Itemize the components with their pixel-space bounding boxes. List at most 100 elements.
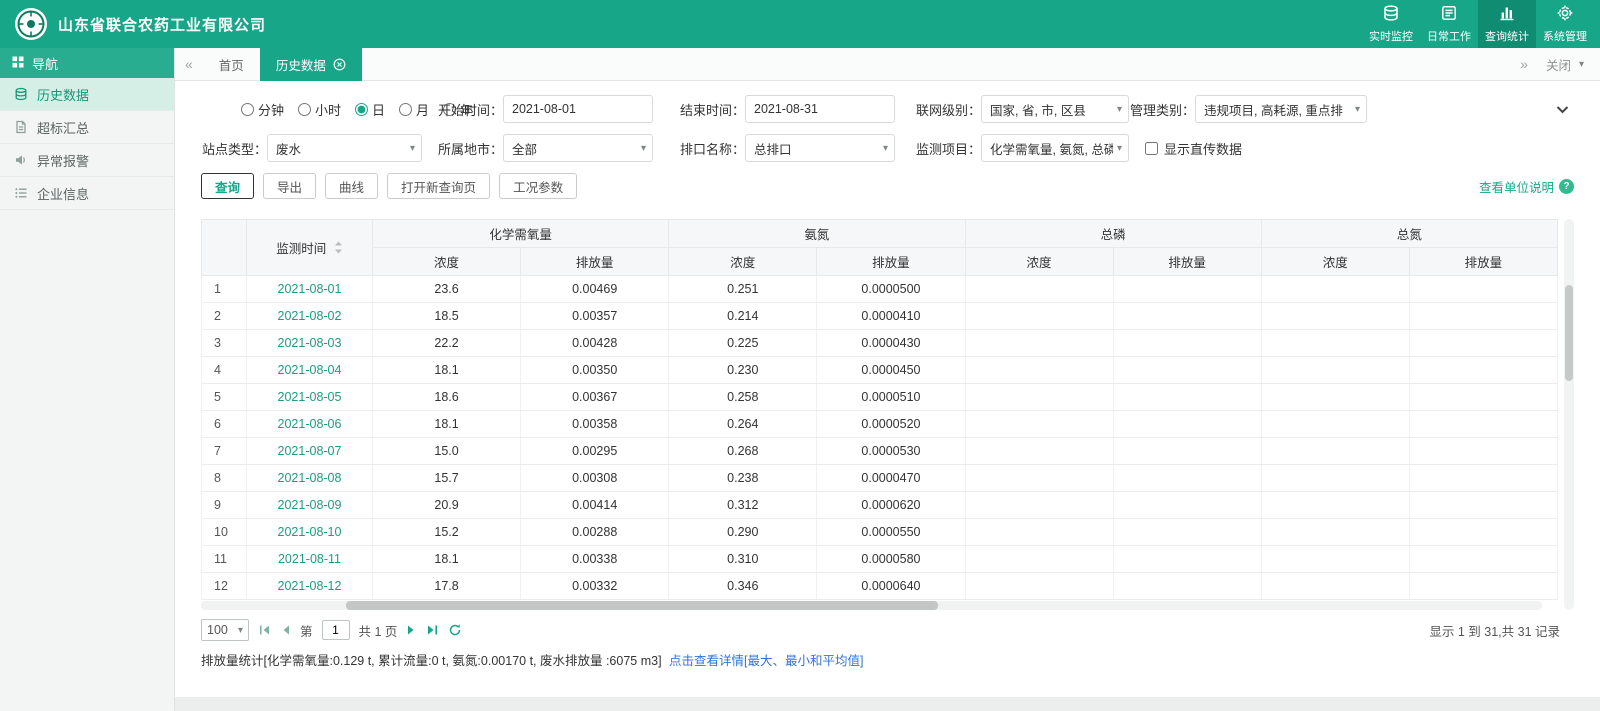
tab-home[interactable]: 首页	[203, 48, 260, 81]
hour-radio[interactable]	[298, 102, 312, 116]
first-page-icon[interactable]	[258, 624, 271, 636]
station-type-select[interactable]: 废水 ▾	[267, 134, 422, 162]
sidebar-item-label: 超标汇总	[37, 120, 90, 136]
tn-concentration-cell	[1260, 491, 1410, 519]
monitor-date-cell[interactable]: 2021-08-03	[246, 329, 373, 357]
tn-emission-cell	[1408, 437, 1559, 465]
sidebar-item-abnormal-alarm[interactable]: 异常报警	[0, 144, 174, 177]
network-level-select[interactable]: 国家, 省, 市, 区县 ▾	[981, 95, 1129, 123]
tabs-scroll-right-icon[interactable]: »	[1510, 56, 1538, 72]
table-row[interactable]: 6 2021-08-06 18.1 0.00358 0.264 0.000052…	[201, 410, 1559, 438]
prev-page-icon[interactable]	[280, 624, 291, 636]
vertical-scrollbar[interactable]	[1564, 219, 1574, 610]
tab-close-icon[interactable]	[333, 58, 346, 71]
table-row[interactable]: 11 2021-08-11 18.1 0.00338 0.310 0.00005…	[201, 545, 1559, 573]
monitor-date-cell[interactable]: 2021-08-05	[246, 383, 373, 411]
city-select[interactable]: 全部 ▾	[503, 134, 653, 162]
sort-icon[interactable]	[334, 241, 343, 254]
cod-concentration-cell: 15.7	[371, 464, 522, 492]
monitor-date-cell[interactable]: 2021-08-01	[246, 275, 373, 303]
nh3-concentration-cell: 0.251	[668, 275, 818, 303]
filter-row-1: 分钟 小时 日 月 年 开始时间： 结束时间：	[201, 95, 1574, 123]
table-row[interactable]: 2 2021-08-02 18.5 0.00357 0.214 0.000041…	[201, 302, 1559, 330]
tn-concentration-cell	[1260, 572, 1410, 600]
monitor-date-cell[interactable]: 2021-08-06	[246, 410, 373, 438]
cod-emission-cell: 0.00338	[520, 545, 670, 573]
tab-history-data[interactable]: 历史数据	[259, 47, 362, 81]
monitor-items-select[interactable]: 化学需氧量, 氨氮, 总磷, 总▾	[981, 134, 1129, 162]
working-params-button[interactable]: 工况参数	[499, 173, 578, 199]
cod-emission-cell: 0.00414	[520, 491, 670, 519]
manage-type-select[interactable]: 违规项目, 高耗源, 重点排 ▾	[1195, 95, 1367, 123]
monitor-date-cell[interactable]: 2021-08-11	[246, 545, 373, 573]
monitor-date-cell[interactable]: 2021-08-08	[246, 464, 373, 492]
tabs-scroll-left-icon[interactable]: «	[175, 56, 203, 72]
monitor-date-cell[interactable]: 2021-08-10	[246, 518, 373, 546]
monitor-date-cell[interactable]: 2021-08-07	[246, 437, 373, 465]
page-size-select[interactable]: 100 ▾	[201, 619, 249, 641]
sidebar-item-exceed-summary[interactable]: 超标汇总	[0, 111, 174, 144]
table-row[interactable]: 8 2021-08-08 15.7 0.00308 0.238 0.000047…	[201, 464, 1559, 492]
table-row[interactable]: 4 2021-08-04 18.1 0.00350 0.230 0.000045…	[201, 356, 1559, 384]
collapse-filters-chevron-icon[interactable]	[1555, 104, 1570, 115]
chevron-down-icon: ▾	[882, 142, 888, 154]
horizontal-scrollbar-thumb[interactable]	[346, 601, 938, 610]
tp-emission-cell	[1112, 410, 1262, 438]
monitor-date-cell[interactable]: 2021-08-09	[246, 491, 373, 519]
emission-stats-text: 排放量统计[化学需氧量:0.129 t, 累计流量:0 t, 氨氮:0.0017…	[201, 654, 662, 668]
period-option-minute[interactable]: 分钟	[241, 100, 284, 119]
column-header-monitor-time[interactable]: 监测时间	[246, 219, 373, 276]
horizontal-scrollbar[interactable]	[201, 601, 1542, 610]
tp-concentration-cell	[964, 572, 1114, 600]
unit-note-link[interactable]: 查看单位说明 ?	[1479, 177, 1574, 196]
monitor-date-cell[interactable]: 2021-08-12	[246, 572, 373, 600]
table-row[interactable]: 3 2021-08-03 22.2 0.00428 0.225 0.000043…	[201, 329, 1559, 357]
day-radio[interactable]	[355, 102, 369, 116]
table-row[interactable]: 12 2021-08-12 17.8 0.00332 0.346 0.00006…	[201, 572, 1559, 600]
tn-concentration-cell	[1260, 518, 1410, 546]
export-button[interactable]: 导出	[263, 173, 317, 199]
direct-data-checkbox[interactable]	[1145, 141, 1158, 155]
nav-grid-icon	[12, 56, 24, 71]
workspace: 分钟 小时 日 月 年 开始时间： 结束时间：	[175, 81, 1600, 697]
table-row[interactable]: 1 2021-08-01 23.6 0.00469 0.251 0.000050…	[201, 275, 1559, 303]
row-index-cell: 8	[201, 464, 247, 492]
table-row[interactable]: 5 2021-08-05 18.6 0.00367 0.258 0.000051…	[201, 383, 1559, 411]
period-option-month[interactable]: 月	[399, 100, 429, 119]
nav-system-admin[interactable]: 系统管理	[1536, 0, 1594, 48]
month-radio[interactable]	[399, 102, 413, 116]
minute-radio[interactable]	[241, 102, 254, 116]
nav-realtime-monitor[interactable]: 实时监控	[1362, 0, 1420, 48]
last-page-icon[interactable]	[426, 624, 439, 636]
top-header: 山东省联合农药工业有限公司 实时监控 日常工作 查询统计 系统管理	[0, 0, 1600, 48]
vertical-scrollbar-thumb[interactable]	[1565, 285, 1573, 381]
end-time-input[interactable]	[745, 95, 895, 123]
table-row[interactable]: 9 2021-08-09 20.9 0.00414 0.312 0.000062…	[201, 491, 1559, 519]
page-number-input[interactable]	[321, 620, 350, 640]
nav-query-stats[interactable]: 查询统计	[1478, 0, 1536, 48]
table-row[interactable]: 7 2021-08-07 15.0 0.00295 0.268 0.000053…	[201, 437, 1559, 465]
period-option-day[interactable]: 日	[355, 100, 385, 119]
monitor-date-cell[interactable]: 2021-08-02	[246, 302, 373, 330]
tab-label: 首页	[218, 58, 244, 73]
query-button[interactable]: 查询	[201, 173, 255, 199]
tn-concentration-cell	[1260, 410, 1410, 438]
nav-daily-work[interactable]: 日常工作	[1420, 0, 1478, 48]
period-option-hour[interactable]: 小时	[298, 100, 341, 119]
sidebar-item-history-data[interactable]: 历史数据	[0, 78, 174, 111]
view-details-link[interactable]: 点击查看详情[最大、最小和平均值]	[669, 654, 863, 668]
refresh-icon[interactable]	[448, 623, 462, 637]
open-new-query-button[interactable]: 打开新查询页	[387, 173, 491, 199]
start-time-input[interactable]	[503, 95, 653, 123]
curve-button[interactable]: 曲线	[325, 173, 379, 199]
next-page-icon[interactable]	[406, 624, 417, 636]
table-row[interactable]: 10 2021-08-10 15.2 0.00288 0.290 0.00005…	[201, 518, 1559, 546]
monitor-date-cell[interactable]: 2021-08-04	[246, 356, 373, 384]
outlet-select[interactable]: 总排口 ▾	[745, 134, 895, 162]
tn-emission-cell	[1408, 572, 1559, 600]
nh3-emission-cell: 0.0000500	[816, 275, 966, 303]
direct-data-checkbox-field[interactable]: 显示直传数据	[1145, 139, 1574, 158]
sidebar-item-company-info[interactable]: 企业信息	[0, 177, 174, 210]
close-tabs-menu[interactable]: 关闭 ▾	[1546, 55, 1584, 74]
outlet-label: 排口名称：	[679, 141, 745, 157]
